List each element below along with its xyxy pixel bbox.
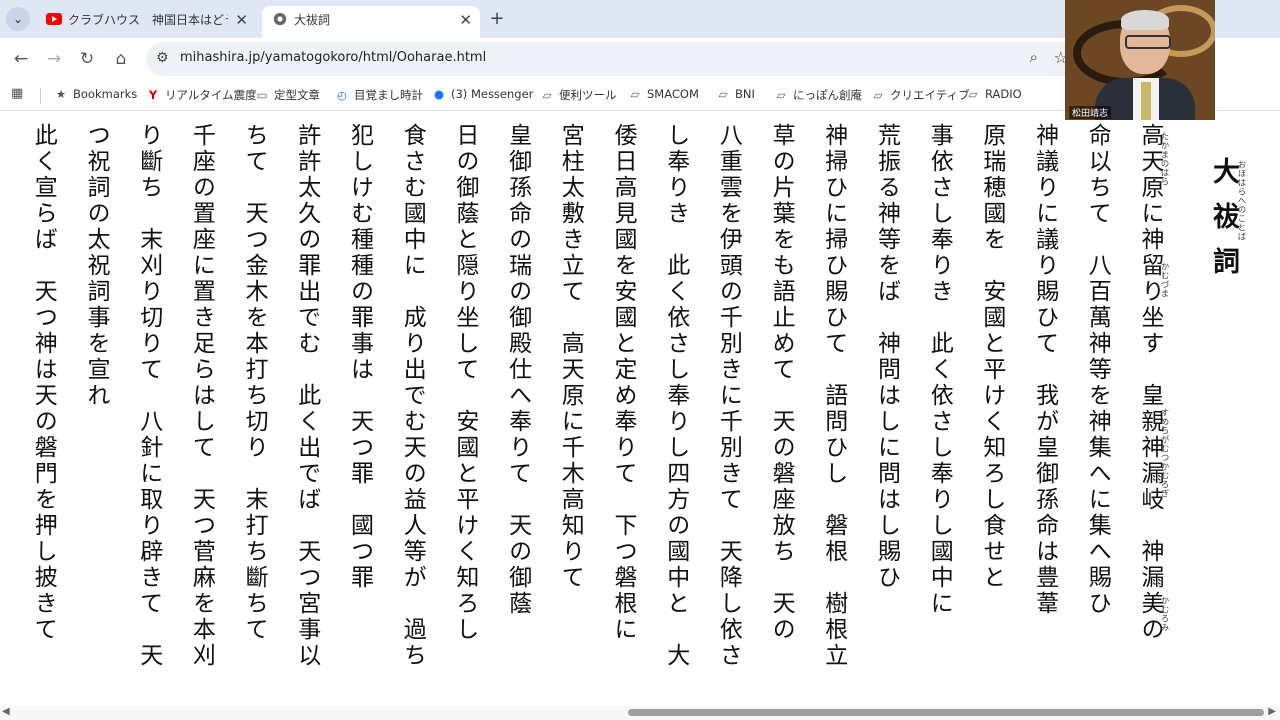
text-column: り斷ち 末刈り切りて 八針に取り辟きて 天 xyxy=(135,123,162,669)
scroll-right-icon[interactable]: ▶ xyxy=(1268,706,1276,717)
text-column: 皇御孫命の瑞の御殿仕へ奉りて 天の御蔭 xyxy=(504,123,531,617)
site-info-icon[interactable]: ⚙ xyxy=(156,50,169,66)
scrollbar-thumb[interactable] xyxy=(628,709,1264,716)
text-column: ちて 天つ金木を本打ち切り 末打ち斷ちて xyxy=(241,123,268,643)
close-icon[interactable]: ✕ xyxy=(459,7,472,33)
clock-icon: ◴ xyxy=(336,88,348,102)
text-column: 草の片葉をも語止めて 天の磐座放ち 天の xyxy=(768,123,795,643)
text-column: 命以ちて 八百萬神等を神集へに集へ賜ひ xyxy=(1084,123,1111,617)
text-column: つ祝詞の太祝詞事を宣れ xyxy=(83,123,109,409)
presenter-hair xyxy=(1121,10,1169,30)
bookmark-item[interactable]: ▭ 定型文章 xyxy=(255,87,320,103)
text-column: 千座の置座に置き足らはして 天つ菅麻を本刈 xyxy=(188,123,215,669)
folder-icon: ▱ xyxy=(718,87,728,101)
new-tab-button[interactable]: + xyxy=(486,8,508,30)
text-column: 高天原に神留り坐す 皇親神漏岐 神漏美の xyxy=(1137,123,1163,643)
tab-clubhouse[interactable]: クラブハウス 神国日本はどうやって ✕ xyxy=(36,6,256,38)
presenter-name: 松田靖志 xyxy=(1069,106,1112,119)
bookmark-item[interactable]: ▱ SMACOM xyxy=(628,87,699,101)
ruby-text: すめらがむつかむろぎ xyxy=(1159,408,1169,498)
bookmark-item[interactable]: Y リアルタイム震度 xyxy=(146,87,257,103)
text-column: 此く宣らば 天つ神は天の磐門を押し披きて xyxy=(30,123,57,643)
tab-title: クラブハウス 神国日本はどうやって xyxy=(68,13,228,27)
text-column: し奉りき 此く依さし奉りし四方の國中と 大 xyxy=(662,123,689,669)
text-column: 事依さし奉りき 此く依さし奉りし國中に xyxy=(926,123,953,617)
tab-ooharae[interactable]: 大祓詞 ✕ xyxy=(262,6,480,38)
home-button[interactable]: ⌂ xyxy=(110,48,132,70)
facebook-icon: ● xyxy=(433,87,445,101)
bookmark-item[interactable]: ● (3) Messenger xyxy=(432,87,533,101)
text-column: 犯しけむ種種の罪事は 天つ罪 國つ罪 xyxy=(346,123,373,591)
text-column: 八重雲を伊頭の千別きに千別きて 天降し依さ xyxy=(715,123,742,669)
ruby-text: かむろみ xyxy=(1159,596,1169,632)
text-column: 神掃ひに掃ひ賜ひて 語問ひし 磐根 樹根立 xyxy=(820,123,847,669)
bookmark-item[interactable]: ▱ クリエイティブ xyxy=(871,87,970,103)
folder-icon: ▱ xyxy=(630,87,640,101)
zoom-icon[interactable]: ⌕ xyxy=(1030,48,1038,66)
ruby-text: かむづま xyxy=(1159,262,1169,298)
horizontal-scrollbar[interactable]: ◀ ▶ xyxy=(0,706,1280,720)
bookmark-item[interactable]: ★ Bookmarks xyxy=(54,87,137,101)
close-icon[interactable]: ✕ xyxy=(235,7,248,33)
ruby-text: たかまのはら xyxy=(1159,132,1169,186)
text-column: 神議りに議り賜ひて 我が皇御孫命は豊葦 xyxy=(1031,123,1058,617)
presenter-tie xyxy=(1141,82,1151,120)
bookmark-item[interactable]: ▱ にっぽん創庵 xyxy=(774,87,862,103)
text-column: 原瑞穂國を 安國と平けく知ろし食せと xyxy=(978,123,1005,591)
title-ruby: おほはらへのことば xyxy=(1236,160,1246,241)
youtube-icon xyxy=(46,13,62,25)
text-column: 食さむ國中に 成り出でむ天の益人等が 過ち xyxy=(399,123,426,669)
apps-grid-icon[interactable]: ▦ xyxy=(11,86,23,101)
folder-icon: ▱ xyxy=(968,87,978,101)
folder-icon: ▱ xyxy=(776,88,786,102)
yahoo-icon: Y xyxy=(148,88,158,102)
text-column: 宮柱太敷き立て 高天原に千木高知りて xyxy=(557,123,584,591)
bookmark-item[interactable]: ▱ BNI xyxy=(716,87,755,101)
bookmark-item[interactable]: ▱ 便利ツール xyxy=(540,87,617,103)
globe-icon xyxy=(273,12,287,26)
bookmark-item[interactable]: ▱ RADIO xyxy=(966,87,1022,101)
scroll-left-icon[interactable]: ◀ xyxy=(2,706,10,717)
webcam-overlay: 松田靖志 xyxy=(1065,0,1215,120)
bookmark-item[interactable]: ◴ 目覚まし時計 xyxy=(335,87,423,103)
divider xyxy=(40,88,41,104)
tab-title: 大祓詞 xyxy=(294,13,331,27)
folder-icon: ▱ xyxy=(873,88,883,102)
reload-button[interactable]: ↻ xyxy=(76,48,98,70)
tab-search-button[interactable]: ⌄ xyxy=(6,7,30,31)
presenter-glasses xyxy=(1125,35,1171,49)
image-icon: ▭ xyxy=(256,88,268,102)
text-column: 許許太久の罪出でむ 此く出でば 天つ宮事以 xyxy=(293,123,320,669)
folder-icon: ▱ xyxy=(542,88,552,102)
text-column: 日の御蔭と隠り坐して 安國と平けく知ろし xyxy=(451,123,478,643)
forward-button[interactable]: → xyxy=(43,48,65,70)
url-text: mihashira.jp/yamatogokoro/html/Ooharae.h… xyxy=(180,50,487,65)
text-column: 倭日高見國を安國と定め奉りて 下つ磐根に xyxy=(610,123,636,643)
star-icon: ★ xyxy=(55,87,67,101)
text-column: 荒振る神等をば 神問はしに問はし賜ひ xyxy=(873,123,900,591)
address-bar[interactable]: ⚙ mihashira.jp/yamatogokoro/html/Ooharae… xyxy=(146,42,1082,76)
back-button[interactable]: ← xyxy=(10,48,32,70)
